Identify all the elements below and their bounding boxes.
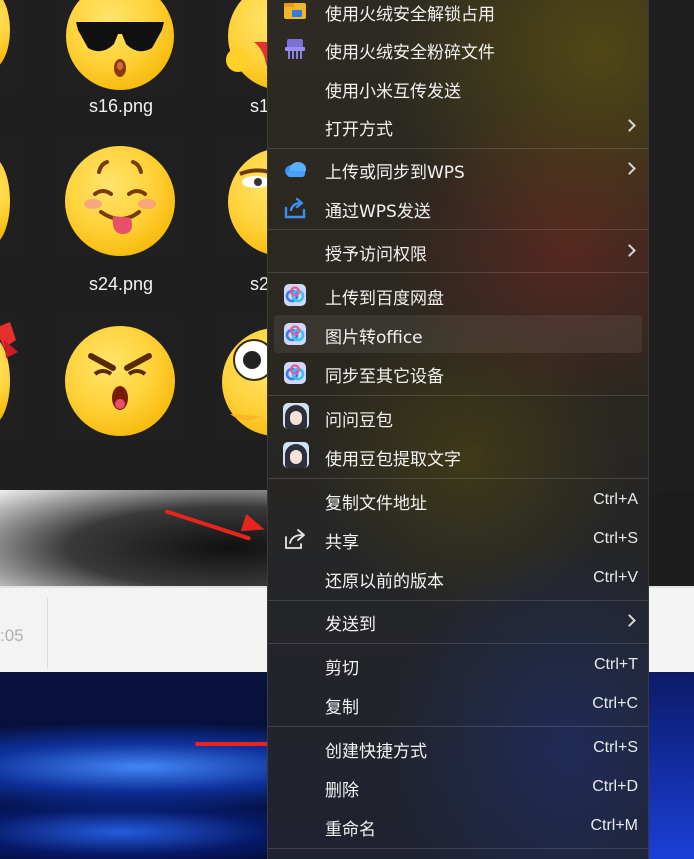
baidu-netdisk-icon xyxy=(284,323,306,345)
chevron-right-icon xyxy=(623,119,636,132)
menu-item-label: 重命名 xyxy=(325,820,376,840)
shortcut-label: Ctrl+S xyxy=(593,530,638,547)
menu-separator xyxy=(268,148,648,149)
menu-item-delete[interactable]: 删除 Ctrl+D xyxy=(268,768,648,806)
menu-item-label: 图片转office xyxy=(325,328,423,348)
menu-item-label: 共享 xyxy=(325,533,359,553)
shortcut-label: Ctrl+C xyxy=(592,695,638,712)
shortcut-label: Ctrl+S xyxy=(593,739,638,756)
menu-separator xyxy=(268,600,648,601)
menu-item-copy[interactable]: 复制 Ctrl+C xyxy=(268,685,648,723)
menu-item-label: 上传到百度网盘 xyxy=(325,289,444,309)
menu-item-share[interactable]: 共享 Ctrl+S xyxy=(268,520,648,558)
menu-separator xyxy=(268,229,648,230)
menu-item-create-shortcut[interactable]: 创建快捷方式 Ctrl+S xyxy=(268,729,648,767)
context-menu: 使用火绒安全解锁占用 使用火绒安全粉碎文件 使用小米互传发送 打开方式 上传或同… xyxy=(267,0,649,859)
shredder-icon xyxy=(285,39,305,59)
menu-item-doubao-ocr[interactable]: 使用豆包提取文字 xyxy=(268,437,648,475)
menu-item-label: 删除 xyxy=(325,781,359,801)
menu-separator xyxy=(268,726,648,727)
menu-item-restore-versions[interactable]: 还原以前的版本 Ctrl+V xyxy=(268,559,648,597)
menu-item-label: 使用小米互传发送 xyxy=(325,82,461,102)
menu-separator xyxy=(268,478,648,479)
shortcut-label: Ctrl+V xyxy=(593,569,638,586)
menu-item-image-to-office[interactable]: 图片转office xyxy=(274,315,642,353)
shortcut-label: Ctrl+D xyxy=(592,778,638,795)
menu-separator xyxy=(268,848,648,849)
menu-item-open-with[interactable]: 打开方式 xyxy=(268,107,648,145)
menu-separator xyxy=(268,272,648,273)
doubao-avatar-icon xyxy=(283,442,309,468)
file-thumbnail[interactable] xyxy=(0,0,18,90)
menu-item-ask-doubao[interactable]: 问问豆包 xyxy=(268,398,648,436)
menu-item-sync-devices[interactable]: 同步至其它设备 xyxy=(268,354,648,392)
chevron-right-icon xyxy=(623,614,636,627)
shortcut-label: Ctrl+T xyxy=(594,656,638,673)
shortcut-label: Ctrl+M xyxy=(590,817,638,834)
file-thumbnail-s24[interactable] xyxy=(60,138,178,256)
menu-item-label: 剪切 xyxy=(325,659,359,679)
menu-item-label: 使用火绒安全解锁占用 xyxy=(325,5,495,25)
menu-item-grant-access[interactable]: 授予访问权限 xyxy=(268,232,648,270)
menu-item-rename[interactable]: 重命名 Ctrl+M xyxy=(268,807,648,845)
menu-item-label: 打开方式 xyxy=(325,120,393,140)
menu-item-label: 使用豆包提取文字 xyxy=(325,450,461,470)
menu-separator xyxy=(268,395,648,396)
menu-item-huorong-unlock[interactable]: 使用火绒安全解锁占用 xyxy=(268,0,648,30)
desktop-wallpaper-edge xyxy=(648,672,694,859)
menu-item-send-to[interactable]: 发送到 xyxy=(268,602,648,640)
menu-item-label: 通过WPS发送 xyxy=(325,202,431,222)
file-name[interactable]: s24.png xyxy=(62,274,180,295)
shortcut-label: Ctrl+A xyxy=(593,491,638,508)
baidu-netdisk-icon xyxy=(284,362,306,384)
share-icon xyxy=(285,529,305,549)
menu-item-cut[interactable]: 剪切 Ctrl+T xyxy=(268,646,648,684)
angry-emoji-icon xyxy=(65,326,175,436)
screen: s16.png s1 s24.png s2:05 使用火绒安全解锁占用 使用火… xyxy=(0,0,694,859)
file-thumbnail-s16[interactable] xyxy=(60,0,178,90)
chevron-right-icon xyxy=(623,162,636,175)
menu-item-huorong-shred[interactable]: 使用火绒安全粉碎文件 xyxy=(268,30,648,68)
file-thumbnail[interactable] xyxy=(220,318,270,436)
menu-item-label: 复制 xyxy=(325,698,359,718)
menu-separator xyxy=(268,643,648,644)
wps-cloud-icon xyxy=(285,162,306,177)
menu-item-baidu-upload[interactable]: 上传到百度网盘 xyxy=(268,276,648,314)
file-thumbnail[interactable] xyxy=(60,318,178,436)
time-fragment: :05 xyxy=(0,626,24,645)
doubao-avatar-icon xyxy=(283,403,309,429)
menu-item-label: 同步至其它设备 xyxy=(325,367,444,387)
menu-item-label: 问问豆包 xyxy=(325,411,393,431)
file-thumbnail[interactable] xyxy=(0,138,18,256)
tongue-out-emoji-icon xyxy=(65,146,175,256)
folder-lock-icon xyxy=(284,3,306,19)
menu-item-copy-path[interactable]: 复制文件地址 Ctrl+A xyxy=(268,481,648,519)
menu-item-wps-send[interactable]: 通过WPS发送 xyxy=(268,189,648,227)
menu-item-label: 复制文件地址 xyxy=(325,494,427,514)
menu-item-label: 上传或同步到WPS xyxy=(325,163,465,183)
menu-item-label: 发送到 xyxy=(325,615,376,635)
baidu-netdisk-icon xyxy=(284,284,306,306)
sunglasses-emoji-icon xyxy=(66,0,174,90)
menu-item-label: 使用火绒安全粉碎文件 xyxy=(325,43,495,63)
menu-item-label: 授予访问权限 xyxy=(325,245,427,265)
chevron-right-icon xyxy=(623,244,636,257)
file-thumbnail[interactable] xyxy=(220,0,270,90)
menu-item-label: 还原以前的版本 xyxy=(325,572,444,592)
menu-item-wps-upload[interactable]: 上传或同步到WPS xyxy=(268,150,648,188)
menu-item-label: 创建快捷方式 xyxy=(325,742,427,762)
file-thumbnail[interactable] xyxy=(220,138,270,256)
file-thumbnail[interactable] xyxy=(0,318,18,436)
file-name[interactable]: s16.png xyxy=(62,96,180,117)
wps-share-icon xyxy=(284,197,306,219)
background-window-strip-shadow xyxy=(0,490,270,586)
menu-item-xiaomi-share[interactable]: 使用小米互传发送 xyxy=(268,69,648,107)
